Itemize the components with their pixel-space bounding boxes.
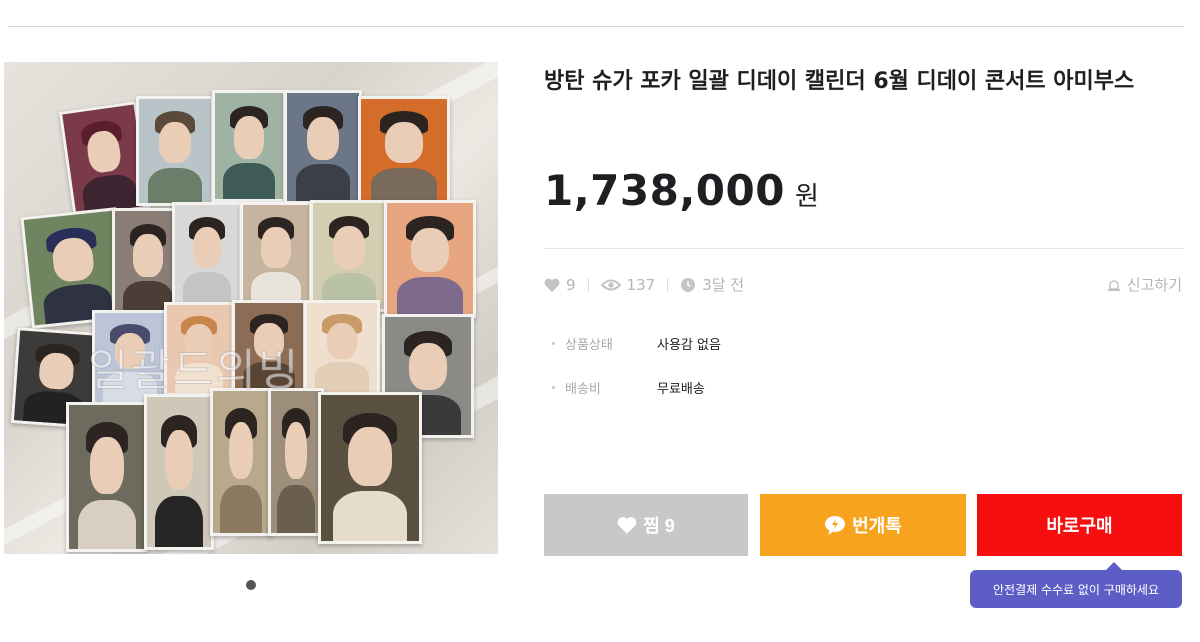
time-stat: 3달 전 [680,274,744,295]
info-value: 무료배송 [657,382,705,397]
buy-button-label: 바로구매 [1046,516,1113,536]
buy-tooltip: 안전결제 수수료 없이 구매하세요 [970,562,1182,608]
likes-count: 9 [566,275,576,294]
photocard [136,96,214,206]
clock-icon [681,277,696,292]
views-count: 137 [626,275,656,294]
photocard [284,90,362,204]
eye-icon [600,279,621,290]
report-label: 신고하기 [1126,276,1182,294]
top-divider [8,26,1184,27]
photocard [240,202,312,310]
photocard [304,300,380,396]
time-ago: 3달 전 [702,276,745,294]
chat-button[interactable]: 번개톡 [760,494,966,556]
photocard [212,90,286,202]
photocard [210,388,272,536]
photocard [384,200,476,318]
buy-tooltip-text: 안전결제 수수료 없이 구매하세요 [992,582,1159,597]
siren-icon [1107,279,1120,291]
likes-stat: 9 [544,276,576,294]
info-key: 상품상태 [565,338,613,353]
product-title: 방탄 슈가 포카 일괄 디데이 캘린더 6월 디데이 콘서트 아미부스 [544,69,1135,94]
carousel-indicator[interactable] [246,580,256,590]
photocard [358,96,450,206]
like-button[interactable]: 찜 9 [544,494,748,556]
chat-bubble-icon [825,516,846,535]
photocard [144,394,214,550]
buy-now-button[interactable]: 바로구매 [977,494,1182,556]
photocard [310,200,388,312]
heart-icon [617,517,637,534]
photocard [172,202,242,310]
info-key: 배송비 [565,382,601,397]
heart-icon [544,278,560,292]
divider [544,248,1184,249]
like-button-label: 찜 9 [643,516,675,536]
info-row-condition: 상품상태 사용감 없음 [552,334,721,353]
photocard [268,388,324,536]
product-stats: 9 137 3달 전 [544,274,744,295]
photocard [318,392,422,544]
photocard [66,402,148,552]
info-row-shipping: 배송비 무료배송 [552,378,705,397]
info-value: 사용감 없음 [657,338,721,353]
price-unit: 원 [794,182,819,212]
price-amount: 1,738,000 [544,166,785,215]
report-button[interactable]: 신고하기 [1107,274,1182,295]
views-stat: 137 [600,275,656,294]
price: 1,738,000 원 [544,166,819,215]
image-watermark: 일괄드의빙 [87,345,301,397]
product-image[interactable]: 일괄드의빙 [4,62,498,554]
chat-button-label: 번개톡 [852,516,902,536]
